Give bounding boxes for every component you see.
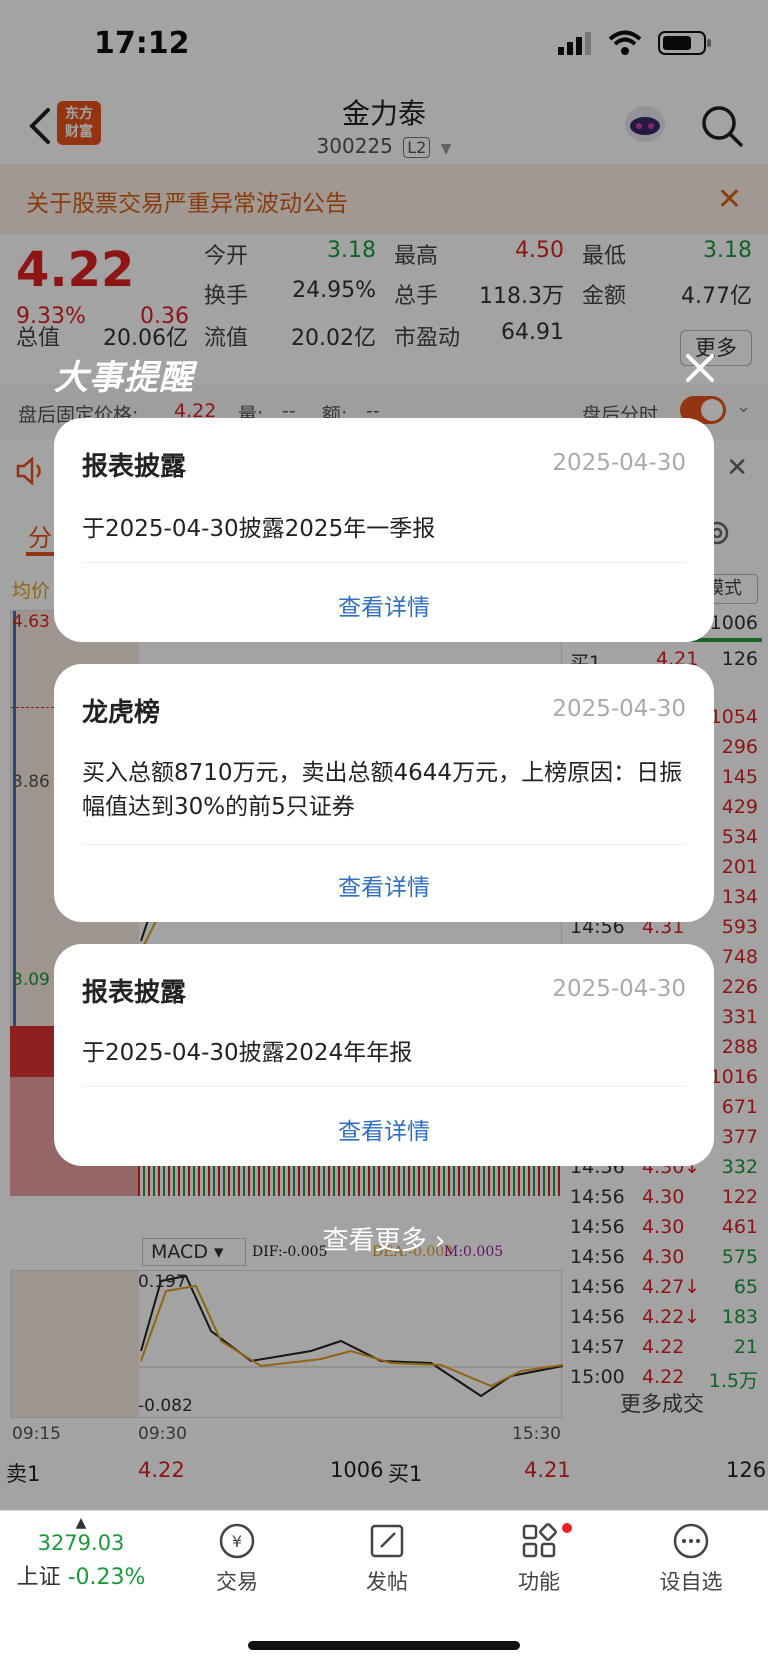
svg-text:¥: ¥ bbox=[232, 1532, 242, 1551]
post-label: 发帖 bbox=[366, 1570, 408, 1594]
card-body: 于2025-04-30披露2024年年报 bbox=[82, 1040, 413, 1066]
functions-button[interactable]: 功能 bbox=[474, 1521, 604, 1596]
card-body: 于2025-04-30披露2025年一季报 bbox=[82, 516, 436, 542]
card-date: 2025-04-30 bbox=[552, 696, 686, 722]
card-title: 报表披露 bbox=[82, 978, 187, 1008]
caret-up-icon: ▲ bbox=[75, 1515, 87, 1531]
trade-button[interactable]: ¥ 交易 bbox=[172, 1521, 302, 1596]
more-dots-icon bbox=[673, 1523, 709, 1559]
home-indicator bbox=[248, 1641, 520, 1650]
trade-label: 交易 bbox=[216, 1570, 258, 1594]
view-details-link[interactable]: 查看详情 bbox=[54, 588, 714, 622]
card-body: 买入总额8710万元，卖出总额4644万元，上榜原因：日振幅值达到30%的前5只… bbox=[82, 760, 683, 820]
functions-label: 功能 bbox=[518, 1570, 560, 1594]
add-watchlist-button[interactable]: 设自选 bbox=[626, 1521, 756, 1596]
see-more-link[interactable]: 查看更多 › bbox=[0, 1220, 768, 1257]
view-details-link[interactable]: 查看详情 bbox=[54, 1112, 714, 1146]
modal-title: 大事提醒 bbox=[54, 358, 194, 398]
watchlist-label: 设自选 bbox=[659, 1570, 723, 1594]
post-button[interactable]: 发帖 bbox=[322, 1521, 452, 1596]
notification-dot bbox=[562, 1523, 572, 1533]
view-details-link[interactable]: 查看详情 bbox=[54, 868, 714, 902]
index-pct: -0.23% bbox=[67, 1565, 146, 1590]
card-title: 龙虎榜 bbox=[82, 698, 161, 728]
index-ticker[interactable]: ▲ 3279.03 上证 -0.23% bbox=[16, 1515, 146, 1591]
close-icon[interactable] bbox=[680, 348, 720, 388]
index-value: 3279.03 bbox=[37, 1531, 125, 1555]
card-title: 报表披露 bbox=[82, 452, 187, 482]
card-divider bbox=[82, 844, 686, 845]
card-date: 2025-04-30 bbox=[552, 976, 686, 1002]
edit-icon bbox=[370, 1524, 404, 1558]
card-date: 2025-04-30 bbox=[552, 450, 686, 476]
event-card: 报表披露 2025-04-30 于2025-04-30披露2025年一季报 查看… bbox=[54, 418, 714, 642]
event-card: 报表披露 2025-04-30 于2025-04-30披露2024年年报 查看详… bbox=[54, 944, 714, 1166]
card-divider bbox=[82, 1086, 686, 1087]
bottom-toolbar: ▲ 3279.03 上证 -0.23% ¥ 交易 发帖 功能 设自选 bbox=[0, 1510, 768, 1662]
modal-backdrop[interactable]: 大事提醒 报表披露 2025-04-30 于2025-04-30披露2025年一… bbox=[0, 0, 768, 1510]
grid-icon bbox=[522, 1523, 557, 1558]
card-divider bbox=[82, 562, 686, 563]
yuan-exchange-icon: ¥ bbox=[219, 1523, 255, 1559]
event-card: 龙虎榜 2025-04-30 买入总额8710万元，卖出总额4644万元，上榜原… bbox=[54, 664, 714, 922]
index-name: 上证 bbox=[16, 1565, 61, 1590]
